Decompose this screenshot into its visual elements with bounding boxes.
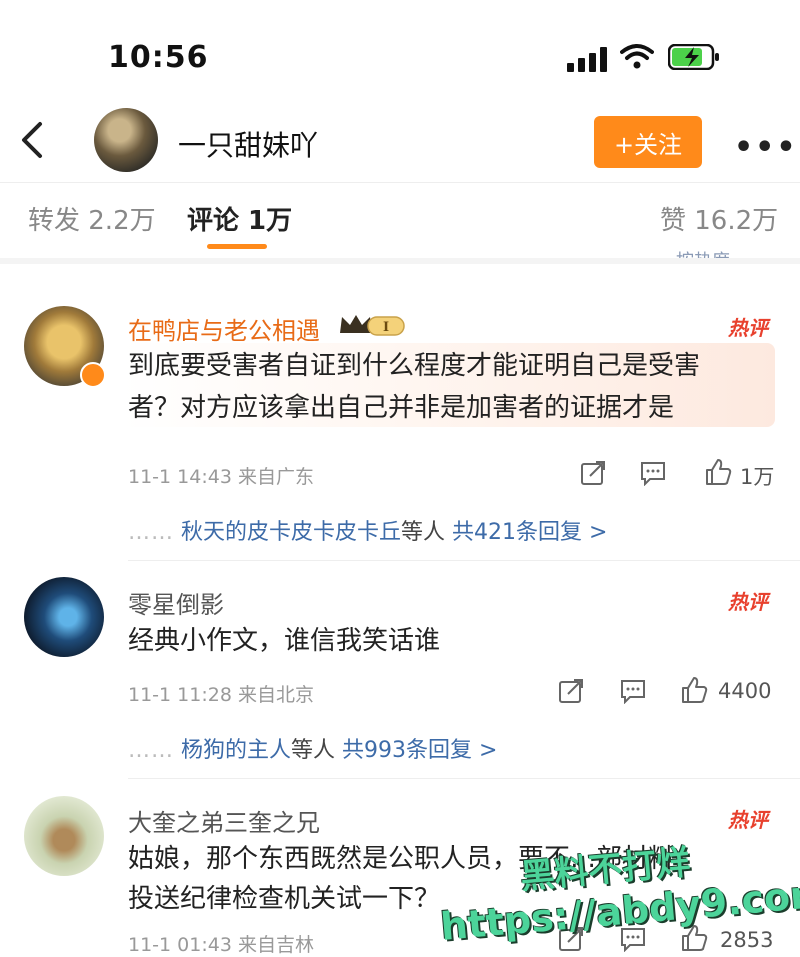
like-count: 2853: [720, 928, 774, 952]
back-icon[interactable]: [18, 118, 48, 162]
reply-user[interactable]: 秋天的皮卡皮卡皮卡丘: [181, 520, 401, 545]
reply-connector: 等人: [401, 520, 446, 545]
comment-text-line: 到底要受害者自证到什么程度才能证明自己是受害: [128, 351, 701, 381]
hot-comment-badge: 热评: [728, 808, 768, 832]
comment-icon[interactable]: [620, 678, 646, 704]
tab-likes[interactable]: 赞 16.2万: [660, 200, 778, 237]
comment-meta: 11-1 14:43 来自广东: [128, 466, 314, 488]
comment-meta: 11-1 11:28 来自北京: [128, 684, 314, 706]
reply-dots: ……: [128, 738, 174, 763]
share-icon[interactable]: [580, 460, 606, 486]
comment-separator: [128, 560, 800, 561]
reply-dots: ……: [128, 520, 174, 545]
post-author-name[interactable]: 一只甜妹吖: [178, 124, 318, 164]
hot-comment-badge: 热评: [728, 316, 768, 340]
battery-charging-icon: [668, 44, 719, 70]
follow-button[interactable]: +关注: [594, 116, 702, 168]
reply-count[interactable]: 共993条回复 >: [342, 738, 497, 763]
comment-text-line: 者？对方应该拿出自己并非是加害者的证据才是: [128, 393, 675, 423]
verified-badge-icon: [80, 362, 106, 388]
commenter-avatar[interactable]: [24, 796, 104, 876]
hot-comment-badge: 热评: [728, 590, 768, 614]
commenter-name[interactable]: 大奎之弟三奎之兄: [128, 803, 320, 838]
commenter-avatar[interactable]: [24, 577, 104, 657]
comment-icon[interactable]: [640, 460, 666, 486]
badge-level: I: [383, 320, 389, 335]
comment-meta: 11-1 01:43 来自吉林: [128, 934, 314, 956]
reply-user[interactable]: 杨狗的主人: [181, 738, 291, 763]
like-count: 4400: [718, 679, 772, 703]
commenter-name[interactable]: 零星倒影: [128, 585, 224, 620]
like-icon[interactable]: [680, 676, 708, 704]
active-tab-indicator: [207, 244, 267, 249]
tab-reposts[interactable]: 转发 2.2万: [28, 200, 156, 237]
cellular-signal-icon: [567, 46, 609, 72]
like-icon[interactable]: [704, 458, 732, 486]
share-icon[interactable]: [558, 678, 584, 704]
comment-separator: [128, 778, 800, 779]
reply-summary-link[interactable]: …… 秋天的皮卡皮卡皮卡丘等人 共421条回复 >: [128, 514, 607, 546]
profile-avatar[interactable]: [94, 108, 158, 172]
tab-comments[interactable]: 评论 1万: [187, 200, 292, 237]
reply-summary-link[interactable]: …… 杨狗的主人等人 共993条回复 >: [128, 732, 497, 764]
vip-crown-badge-icon: I: [340, 315, 405, 336]
more-options-icon[interactable]: •••: [734, 130, 798, 165]
comment-text-line: 经典小作文，谁信我笑话谁: [128, 626, 441, 656]
comment-text-line: 投送纪律检查机关试一下？: [128, 884, 441, 914]
like-icon[interactable]: [680, 924, 708, 952]
status-time: 10:56: [108, 40, 209, 75]
commenter-name[interactable]: 在鸭店与老公相遇: [128, 311, 320, 346]
wifi-icon: [620, 44, 654, 69]
header-divider: [0, 182, 800, 183]
like-count: 1万: [740, 465, 775, 489]
reply-count[interactable]: 共421条回复 >: [452, 520, 607, 545]
tabs-divider: [0, 258, 800, 264]
reply-connector: 等人: [291, 738, 336, 763]
